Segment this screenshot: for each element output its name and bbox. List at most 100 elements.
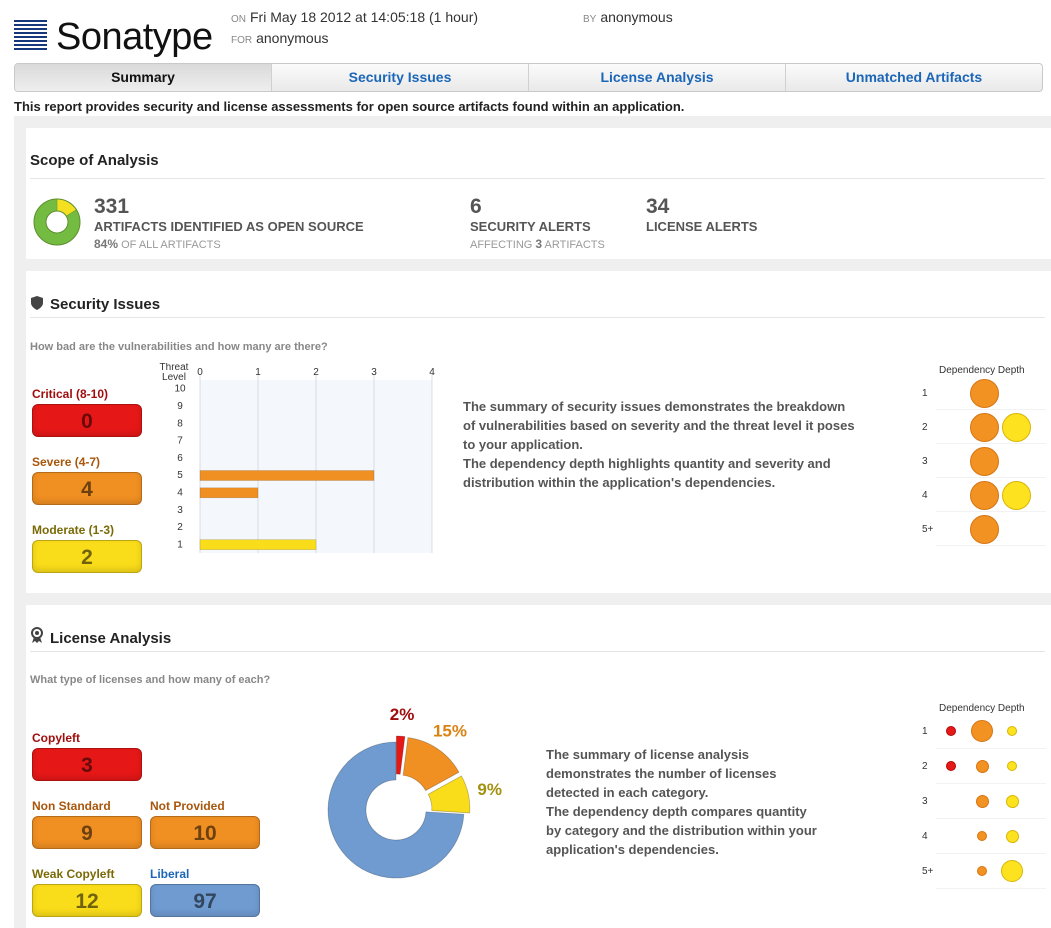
y-tick-label: 8 <box>177 418 183 429</box>
x-tick-label: 4 <box>429 367 435 378</box>
non-standard-depth-marker[interactable] <box>977 866 987 876</box>
license-alerts-summary: 34 LICENSE ALERTS <box>646 195 757 234</box>
report-intro: This report provides security and licens… <box>14 99 685 114</box>
critical-count-badge[interactable]: 0 <box>32 404 142 437</box>
non-standard-count-badge[interactable]: 9 <box>32 816 142 849</box>
divider <box>30 651 1045 652</box>
license-alerts-count: 34 <box>646 195 670 218</box>
non-standard-depth-marker[interactable] <box>975 794 989 808</box>
depth-row <box>936 820 1046 854</box>
x-tick-label: 3 <box>371 367 377 378</box>
weak-copyleft-depth-marker[interactable] <box>1005 829 1019 843</box>
copyleft-label: Copyleft <box>32 731 80 745</box>
weak-copyleft-depth-marker[interactable] <box>1001 860 1023 882</box>
license-title: License Analysis <box>50 630 172 647</box>
severe-depth-marker[interactable] <box>970 447 999 476</box>
pie-slice-label: 15% <box>433 722 467 741</box>
dependency-depth-title: Dependency Depth <box>939 703 1025 714</box>
x-tick-label: 0 <box>197 367 203 378</box>
security-dependency-depth: 1 2 3 4 5+ <box>916 377 1046 547</box>
security-alerts-affecting: AFFECTING 3 ARTIFACTS <box>470 237 605 251</box>
weak-copyleft-label: Weak Copyleft <box>32 867 115 881</box>
sonatype-logo-icon <box>14 20 47 50</box>
liberal-label: Liberal <box>150 867 190 881</box>
copyleft-depth-marker[interactable] <box>946 761 956 771</box>
depth-label: 3 <box>922 456 928 467</box>
y-tick-label: 2 <box>177 522 183 533</box>
y-tick-label: 6 <box>177 453 183 464</box>
threat-bar <box>199 487 259 499</box>
severe-depth-marker[interactable] <box>970 481 999 510</box>
license-question: What type of licenses and how many of ea… <box>30 674 271 686</box>
threat-bar <box>199 470 375 481</box>
weak-copyleft-count-badge[interactable]: 12 <box>32 884 142 917</box>
critical-label: Critical (8-10) <box>32 387 109 401</box>
pie-slice-label: 9% <box>477 780 502 799</box>
non-standard-label: Non Standard <box>32 799 111 813</box>
depth-label: 5+ <box>922 524 934 535</box>
y-axis-label: Threat Level <box>160 363 189 383</box>
y-tick-label: 1 <box>177 539 183 550</box>
y-tick-label: 7 <box>177 436 183 447</box>
moderate-count-badge[interactable]: 2 <box>32 540 142 573</box>
moderate-label: Moderate (1-3) <box>32 523 115 537</box>
weak-copyleft-depth-marker[interactable] <box>1007 761 1017 771</box>
y-tick-label: 9 <box>177 401 183 412</box>
report-body: Scope of Analysis 331 ARTIFACTS IDENTIFI… <box>14 116 1051 928</box>
y-tick-label: 5 <box>177 470 183 481</box>
divider <box>30 317 1045 318</box>
severe-depth-marker[interactable] <box>970 515 999 544</box>
tab-license-analysis[interactable]: License Analysis <box>529 64 786 91</box>
not-provided-count-badge[interactable]: 10 <box>150 816 260 849</box>
severe-depth-marker[interactable] <box>970 379 999 408</box>
non-standard-depth-marker[interactable] <box>977 831 987 841</box>
weak-copyleft-depth-marker[interactable] <box>1005 794 1019 808</box>
moderate-depth-marker[interactable] <box>1002 413 1031 442</box>
severe-label: Severe (4-7) <box>32 455 101 469</box>
license-panel: License Analysis What type of licenses a… <box>26 605 1051 928</box>
license-pie-chart: 2% 15% 9% <box>327 705 502 879</box>
artifacts-percent: 84% OF ALL ARTIFACTS <box>94 237 221 251</box>
artifacts-count: 331 <box>94 195 130 218</box>
y-tick-label: 10 <box>174 384 186 395</box>
x-tick-label: 2 <box>313 367 319 378</box>
depth-label: 3 <box>922 796 928 807</box>
depth-label: 2 <box>922 422 928 433</box>
depth-row <box>936 785 1046 819</box>
moderate-depth-marker[interactable] <box>1002 481 1031 510</box>
liberal-count-badge[interactable]: 97 <box>150 884 260 917</box>
dependency-depth-title: Dependency Depth <box>939 365 1025 376</box>
y-tick-label: 4 <box>177 487 183 498</box>
artifacts-summary: 331 ARTIFACTS IDENTIFIED AS OPEN SOURCE … <box>94 195 364 251</box>
copyleft-depth-marker[interactable] <box>946 726 956 736</box>
non-standard-depth-marker[interactable] <box>971 720 993 742</box>
tab-bar: Summary Security Issues License Analysis… <box>14 63 1043 92</box>
divider <box>30 178 1045 179</box>
depth-label: 1 <box>922 726 928 737</box>
license-description: The summary of license analysis demonstr… <box>546 747 817 857</box>
tab-summary[interactable]: Summary <box>15 64 272 91</box>
y-tick-label: 3 <box>177 505 183 516</box>
shield-icon <box>31 296 43 310</box>
depth-label: 1 <box>922 388 928 399</box>
weak-copyleft-depth-marker[interactable] <box>1007 726 1017 736</box>
depth-label: 5+ <box>922 866 934 877</box>
non-standard-depth-marker[interactable] <box>975 759 989 773</box>
tab-unmatched-artifacts[interactable]: Unmatched Artifacts <box>786 64 1042 91</box>
scope-panel: Scope of Analysis 331 ARTIFACTS IDENTIFI… <box>26 128 1051 259</box>
logo-text: Sonatype <box>56 16 213 58</box>
severe-depth-marker[interactable] <box>970 413 999 442</box>
copyleft-count-badge[interactable]: 3 <box>32 748 142 781</box>
threat-level-chart: Threat Level 0 1 2 3 4 10 9 8 7 6 5 4 3 2 1 <box>160 363 435 553</box>
security-alerts-label: SECURITY ALERTS <box>470 219 591 234</box>
report-for: FOR anonymous <box>231 30 329 46</box>
pie-slice-label: 2% <box>390 705 415 724</box>
security-title: Security Issues <box>50 296 161 313</box>
artifact-ratio-donut <box>33 198 81 246</box>
severe-count-badge[interactable]: 4 <box>32 472 142 505</box>
artifacts-label: ARTIFACTS IDENTIFIED AS OPEN SOURCE <box>94 219 364 234</box>
license-dependency-depth: 1 2 3 4 5+ <box>916 715 1046 890</box>
scope-title: Scope of Analysis <box>30 152 159 169</box>
not-provided-label: Not Provided <box>150 799 225 813</box>
tab-security-issues[interactable]: Security Issues <box>272 64 529 91</box>
